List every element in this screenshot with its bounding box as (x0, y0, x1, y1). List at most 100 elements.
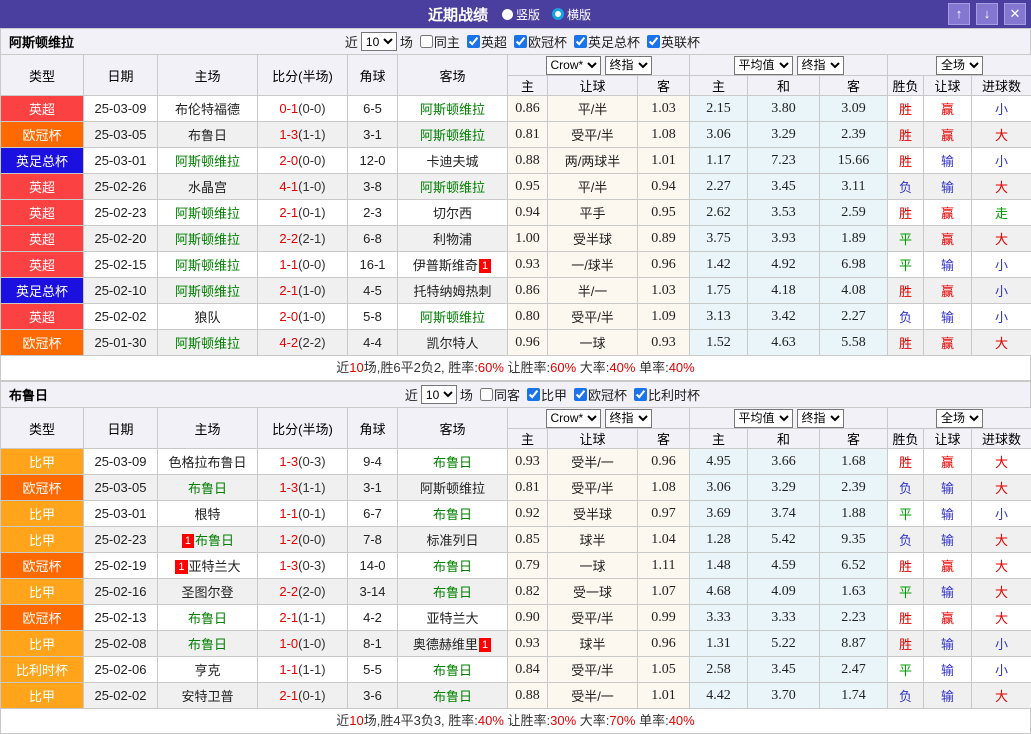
league-filter[interactable]: 英超 (463, 32, 507, 51)
league-checkbox[interactable] (634, 388, 647, 401)
same-venue-checkbox[interactable] (420, 35, 433, 48)
league-filter-label: 英联杯 (661, 32, 700, 51)
result-goals-cell: 大 (972, 122, 1031, 148)
home-team-cell[interactable]: 布鲁日 (158, 475, 258, 501)
league-filter-label: 欧冠杯 (588, 385, 627, 404)
odds-handicap-cell: 受平/半 (548, 122, 638, 148)
league-checkbox[interactable] (514, 35, 527, 48)
home-team-cell[interactable]: 布鲁日 (158, 605, 258, 631)
home-team-cell[interactable]: 布鲁日 (158, 122, 258, 148)
result-handicap-cell: 赢 (924, 96, 972, 122)
home-team-cell[interactable]: 布鲁日 (158, 631, 258, 657)
away-team-cell[interactable]: 托特纳姆热刺 (398, 278, 508, 304)
away-team-name: 阿斯顿维拉 (420, 481, 485, 496)
away-team-cell[interactable]: 布鲁日 (398, 553, 508, 579)
home-team-cell[interactable]: 阿斯顿维拉 (158, 330, 258, 356)
home-team-cell[interactable]: 色格拉布鲁日 (158, 449, 258, 475)
average-select[interactable]: 平均值 (734, 409, 793, 428)
league-checkbox[interactable] (527, 388, 540, 401)
away-team-cell[interactable]: 阿斯顿维拉 (398, 96, 508, 122)
score-cell: 1-2(0-0) (258, 527, 348, 553)
home-team-cell[interactable]: 1布鲁日 (158, 527, 258, 553)
close-button[interactable]: ✕ (1004, 3, 1026, 25)
scope-select[interactable]: 全场 (936, 56, 983, 75)
home-team-cell[interactable]: 阿斯顿维拉 (158, 148, 258, 174)
average-select[interactable]: 平均值 (734, 56, 793, 75)
same-venue-checkbox[interactable] (480, 388, 493, 401)
league-filter[interactable]: 欧冠杯 (510, 32, 567, 51)
odds-away-cell: 0.93 (638, 330, 690, 356)
recent-count-select[interactable]: 10 (421, 385, 457, 404)
result-wdl-cell: 胜 (888, 605, 924, 631)
league-checkbox[interactable] (467, 35, 480, 48)
league-filter[interactable]: 英联杯 (643, 32, 700, 51)
home-team-cell[interactable]: 亨克 (158, 657, 258, 683)
league-filter[interactable]: 比利时杯 (630, 385, 700, 404)
odds-stage-select[interactable]: 终指 (605, 56, 652, 75)
odds-stage-select[interactable]: 终指 (605, 409, 652, 428)
away-team-name: 布鲁日 (433, 585, 472, 600)
away-team-cell[interactable]: 布鲁日 (398, 501, 508, 527)
recent-count-select[interactable]: 10 (361, 32, 397, 51)
corner-cell: 3-6 (348, 683, 398, 709)
away-team-cell[interactable]: 阿斯顿维拉 (398, 475, 508, 501)
home-team-cell[interactable]: 阿斯顿维拉 (158, 226, 258, 252)
result-goals-cell: 大 (972, 683, 1031, 709)
avg-draw-cell: 3.80 (748, 96, 820, 122)
home-team-cell[interactable]: 布伦特福德 (158, 96, 258, 122)
avg-stage-select[interactable]: 终指 (797, 56, 844, 75)
bookmaker-select[interactable]: Crow* (546, 409, 601, 428)
home-team-cell[interactable]: 圣图尔登 (158, 579, 258, 605)
avg-home-cell: 1.28 (690, 527, 748, 553)
result-handicap-cell: 输 (924, 683, 972, 709)
home-team-cell[interactable]: 1亚特兰大 (158, 553, 258, 579)
home-team-cell[interactable]: 阿斯顿维拉 (158, 252, 258, 278)
away-team-cell[interactable]: 布鲁日 (398, 657, 508, 683)
home-team-cell[interactable]: 安特卫普 (158, 683, 258, 709)
same-venue-filter[interactable]: 同客 (476, 385, 520, 404)
fulltime-score: 2-1 (279, 205, 298, 220)
scope-select[interactable]: 全场 (936, 409, 983, 428)
home-team-cell[interactable]: 阿斯顿维拉 (158, 200, 258, 226)
odds-away-cell: 1.08 (638, 122, 690, 148)
away-team-cell[interactable]: 布鲁日 (398, 449, 508, 475)
away-team-cell[interactable]: 阿斯顿维拉 (398, 122, 508, 148)
league-filter[interactable]: 欧冠杯 (570, 385, 627, 404)
league-checkbox[interactable] (574, 388, 587, 401)
away-team-cell[interactable]: 布鲁日 (398, 579, 508, 605)
away-team-cell[interactable]: 标准列日 (398, 527, 508, 553)
odds-home-cell: 0.86 (508, 96, 548, 122)
bookmaker-select[interactable]: Crow* (546, 56, 601, 75)
league-checkbox[interactable] (647, 35, 660, 48)
away-team-cell[interactable]: 凯尔特人 (398, 330, 508, 356)
away-team-cell[interactable]: 阿斯顿维拉 (398, 174, 508, 200)
avg-away-cell: 3.09 (820, 96, 888, 122)
odds-away-cell: 1.03 (638, 96, 690, 122)
match-row: 欧冠杯 25-03-05 布鲁日 1-3(1-1) 3-1 阿斯顿维拉 0.81… (1, 122, 1031, 148)
away-team-cell[interactable]: 亚特兰大 (398, 605, 508, 631)
away-team-cell[interactable]: 卡迪夫城 (398, 148, 508, 174)
vertical-layout-radio[interactable]: 竖版 (502, 6, 540, 23)
move-down-button[interactable]: ↓ (976, 3, 998, 25)
home-team-cell[interactable]: 根特 (158, 501, 258, 527)
away-team-cell[interactable]: 奥德赫维里1 (398, 631, 508, 657)
away-team-cell[interactable]: 布鲁日 (398, 683, 508, 709)
home-team-cell[interactable]: 阿斯顿维拉 (158, 278, 258, 304)
move-up-button[interactable]: ↑ (948, 3, 970, 25)
home-team-cell[interactable]: 狼队 (158, 304, 258, 330)
same-venue-filter[interactable]: 同主 (416, 32, 460, 51)
avg-stage-select[interactable]: 终指 (797, 409, 844, 428)
league-checkbox[interactable] (574, 35, 587, 48)
home-team-name: 布鲁日 (188, 637, 227, 652)
league-filter[interactable]: 比甲 (523, 385, 567, 404)
col-corner: 角球 (348, 55, 398, 96)
away-team-cell[interactable]: 利物浦 (398, 226, 508, 252)
away-team-cell[interactable]: 阿斯顿维拉 (398, 304, 508, 330)
score-cell: 2-1(1-0) (258, 278, 348, 304)
away-team-cell[interactable]: 伊普斯维奇1 (398, 252, 508, 278)
league-filter[interactable]: 英足总杯 (570, 32, 640, 51)
home-team-cell[interactable]: 水晶宫 (158, 174, 258, 200)
away-team-cell[interactable]: 切尔西 (398, 200, 508, 226)
horizontal-layout-radio[interactable]: 横版 (552, 6, 591, 23)
halftime-score: (0-0) (298, 153, 325, 168)
